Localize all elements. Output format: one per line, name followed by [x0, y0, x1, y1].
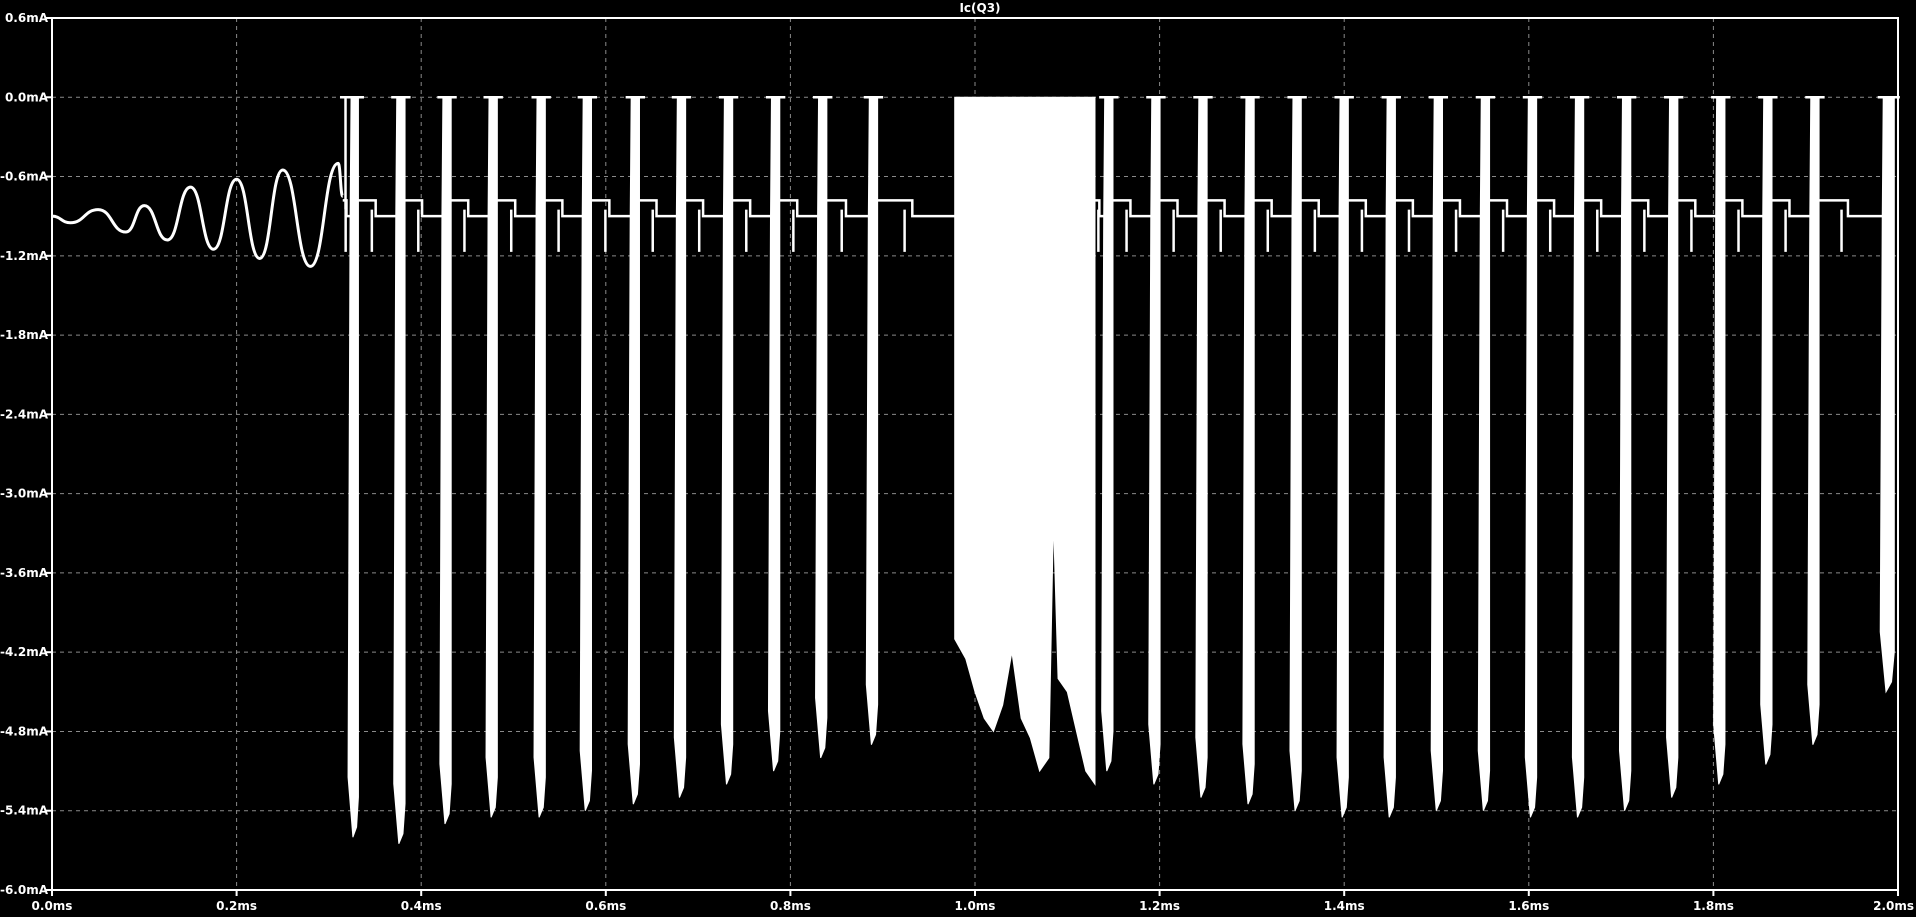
- pulse-mark: [533, 96, 546, 818]
- dense-burst-region: [954, 96, 1096, 786]
- pulse-mark: [1879, 96, 1895, 694]
- pulse-mark: [1383, 96, 1396, 818]
- x-tick-label: 1.8ms: [1693, 899, 1734, 913]
- pulse-mark: [1195, 96, 1208, 798]
- y-tick-label: -6.0mA: [0, 883, 49, 897]
- x-tick-label: 0.2ms: [216, 899, 257, 913]
- x-tick-label: 0.4ms: [401, 899, 442, 913]
- y-tick-label: -1.8mA: [0, 328, 49, 342]
- pulse-mark: [1571, 96, 1585, 818]
- pulse-mark: [1524, 96, 1538, 818]
- pulse-mark: [720, 96, 734, 785]
- x-tick-label: 1.2ms: [1139, 899, 1180, 913]
- waveform-plot: 0.0ms 0.2ms 0.4ms 0.6ms 0.8ms 1.0ms 1.2ms 1.4ms…: [0, 0, 1916, 917]
- y-tick-label: -1.2mA: [0, 249, 49, 263]
- pulse-mark: [1242, 96, 1255, 805]
- pulse-mark: [1289, 96, 1302, 811]
- pulse-mark: [439, 96, 452, 825]
- pulse-mark: [767, 96, 781, 772]
- pulse-mark: [1666, 96, 1679, 798]
- pulse-mark: [1618, 96, 1632, 811]
- y-tick-label: -4.8mA: [0, 724, 49, 738]
- pulse-mark: [1760, 96, 1773, 765]
- x-tick-label: 0.8ms: [770, 899, 811, 913]
- pulse-mark: [627, 96, 640, 805]
- pulse-mark: [815, 96, 828, 759]
- chart-title: Ic(Q3): [959, 1, 1000, 15]
- x-tick-label: 0.0ms: [32, 899, 73, 913]
- y-tick-label: 0.0mA: [5, 90, 49, 104]
- y-tick-label: -2.4mA: [0, 407, 49, 421]
- x-tick-label: 2.0ms: [1873, 899, 1914, 913]
- y-tick-label: -3.6mA: [0, 566, 49, 580]
- pulse-mark: [1101, 96, 1114, 772]
- pulse-mark: [1713, 96, 1726, 785]
- pulse-mark: [1336, 96, 1349, 818]
- x-tick-label: 1.6ms: [1508, 899, 1549, 913]
- pulse-mark: [1430, 96, 1443, 811]
- pulse-mark: [579, 96, 592, 811]
- pulse-mark: [393, 96, 406, 844]
- x-tick-label: 0.6ms: [585, 899, 626, 913]
- x-tick-label: 1.4ms: [1324, 899, 1365, 913]
- y-tick-label: -5.4mA: [0, 804, 49, 818]
- y-tick-label: -0.6mA: [0, 170, 49, 184]
- y-tick-label: 0.6mA: [5, 11, 49, 25]
- pulse-mark: [1148, 96, 1161, 785]
- y-tick-label: -3.0mA: [0, 487, 49, 501]
- x-tick-label: 1.0ms: [955, 899, 996, 913]
- pulse-mark: [1477, 96, 1491, 811]
- pulse-mark: [673, 96, 687, 798]
- y-tick-label: -4.2mA: [0, 645, 49, 659]
- pulse-mark: [485, 96, 498, 818]
